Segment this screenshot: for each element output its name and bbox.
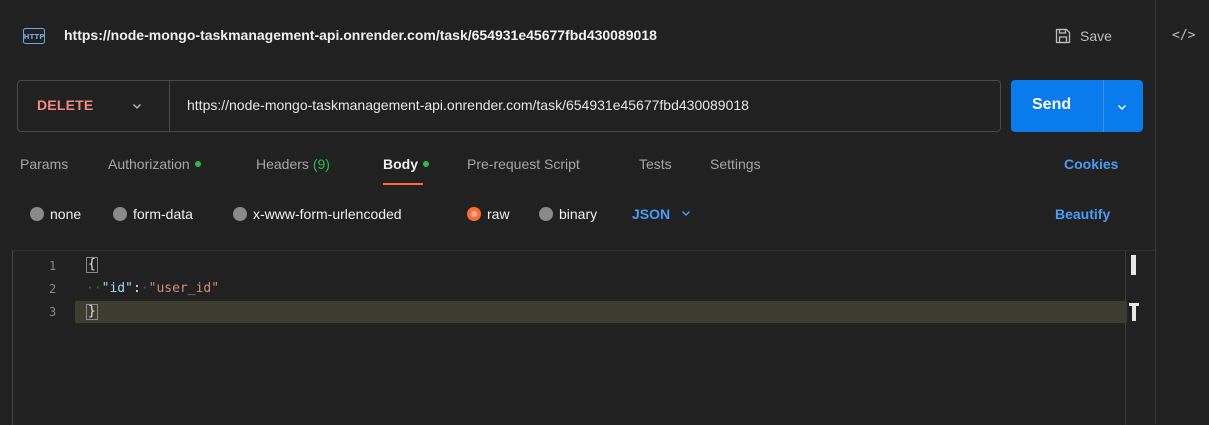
url-input[interactable]: https://node-mongo-taskmanagement-api.on… xyxy=(187,97,749,113)
raw-format-select[interactable]: JSON xyxy=(632,206,692,222)
tab-body[interactable]: Body xyxy=(383,156,429,172)
code-line: { xyxy=(86,257,98,273)
save-icon xyxy=(1054,27,1072,45)
tab-authorization[interactable]: Authorization xyxy=(108,156,201,172)
chevron-down-icon[interactable] xyxy=(1116,100,1128,112)
json-colon: : xyxy=(132,281,141,296)
url-bar: DELETE https://node-mongo-taskmanagement… xyxy=(17,80,1001,132)
radio-button-selected[interactable] xyxy=(467,207,481,221)
status-dot xyxy=(194,161,201,168)
radio-button[interactable] xyxy=(113,207,127,221)
active-tab-underline xyxy=(383,183,423,185)
radio-form-data[interactable]: form-data xyxy=(113,206,193,222)
cursor-icon xyxy=(1129,301,1139,323)
send-button[interactable]: Send xyxy=(1011,80,1143,132)
request-title-row: HTTP https://node-mongo-taskmanagement-a… xyxy=(0,0,1155,72)
radio-button[interactable] xyxy=(539,207,553,221)
code-icon[interactable]: </> xyxy=(1172,27,1195,45)
beautify-button[interactable]: Beautify xyxy=(1055,206,1110,222)
tab-headers[interactable]: Headers (9) xyxy=(256,156,330,172)
http-icon: HTTP xyxy=(23,28,45,44)
radio-x-www-form-urlencoded[interactable]: x-www-form-urlencoded xyxy=(233,206,402,222)
chevron-down-icon xyxy=(680,206,692,222)
save-button[interactable]: Save xyxy=(1054,24,1112,48)
body-type-options: none form-data x-www-form-urlencoded raw… xyxy=(0,196,1155,232)
request-tabs: Params Authorization Headers (9) Body Pr… xyxy=(0,146,1155,186)
radio-button[interactable] xyxy=(30,207,44,221)
radio-none[interactable]: none xyxy=(30,206,81,222)
send-label: Send xyxy=(1032,96,1072,113)
save-label: Save xyxy=(1080,28,1112,44)
tab-params[interactable]: Params xyxy=(20,156,68,172)
code-line: ··"id":·"user_id" xyxy=(86,281,220,296)
method-select[interactable]: DELETE xyxy=(37,97,93,113)
active-line-highlight xyxy=(75,301,1127,323)
body-code-editor[interactable]: 1 2 3 { ··"id":·"user_id" } xyxy=(12,250,1156,425)
url-divider xyxy=(169,81,170,131)
cookies-link[interactable]: Cookies xyxy=(1064,156,1118,172)
tab-tests[interactable]: Tests xyxy=(639,156,672,172)
request-panel: HTTP https://node-mongo-taskmanagement-a… xyxy=(0,0,1156,425)
line-number: 3 xyxy=(49,305,57,319)
chevron-down-icon[interactable] xyxy=(131,99,143,111)
code-line: } xyxy=(86,304,98,320)
open-brace: { xyxy=(86,257,98,273)
radio-button[interactable] xyxy=(233,207,247,221)
json-value: "user_id" xyxy=(148,281,220,296)
line-number-gutter: 1 2 3 xyxy=(13,251,75,425)
editor-scrollbar[interactable] xyxy=(1125,251,1143,425)
json-key: "id" xyxy=(101,281,133,296)
tab-pre-request-script[interactable]: Pre-request Script xyxy=(467,156,580,172)
line-number: 1 xyxy=(49,259,57,273)
scrollbar-thumb[interactable] xyxy=(1131,255,1136,275)
request-title[interactable]: https://node-mongo-taskmanagement-api.on… xyxy=(64,27,657,43)
svg-text:HTTP: HTTP xyxy=(24,33,45,41)
tab-settings[interactable]: Settings xyxy=(710,156,761,172)
send-divider xyxy=(1103,80,1104,132)
status-dot xyxy=(423,161,429,168)
close-brace: } xyxy=(86,304,98,320)
radio-binary[interactable]: binary xyxy=(539,206,597,222)
radio-raw[interactable]: raw xyxy=(467,206,510,222)
line-number: 2 xyxy=(49,282,57,296)
right-sidebar: </> xyxy=(1155,0,1209,424)
